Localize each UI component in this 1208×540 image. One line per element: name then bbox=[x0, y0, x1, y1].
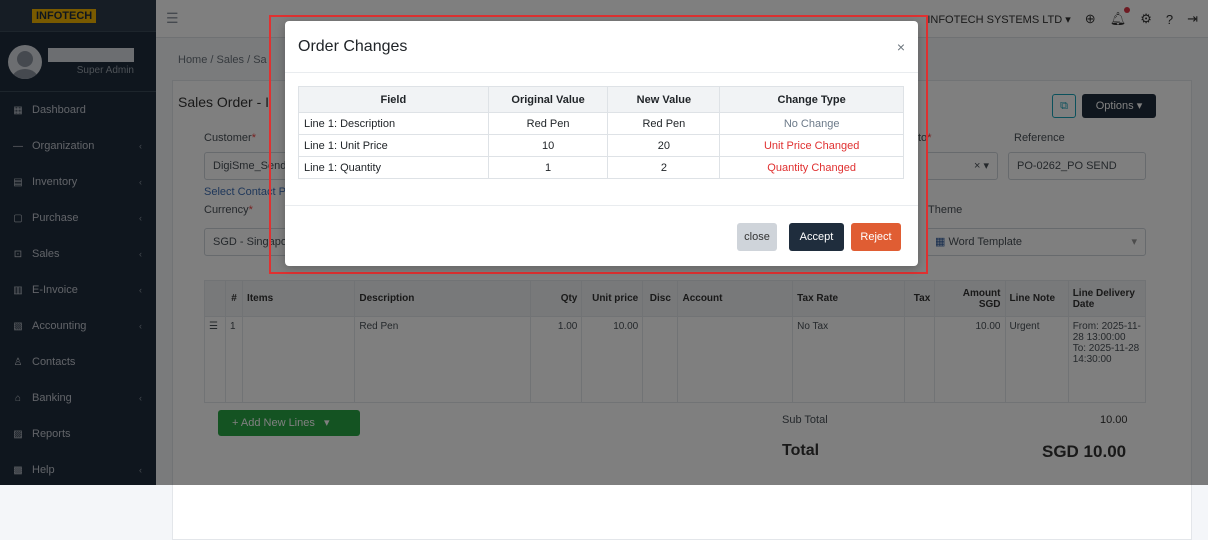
modal-title: Order Changes bbox=[298, 38, 407, 56]
change-new: Red Pen bbox=[608, 113, 720, 135]
col-new-value: New Value bbox=[608, 87, 720, 113]
reject-button[interactable]: Reject bbox=[851, 223, 901, 251]
change-type: No Change bbox=[720, 113, 904, 135]
modal-footer: close Accept Reject bbox=[285, 205, 918, 266]
close-button[interactable]: close bbox=[737, 223, 777, 251]
change-field: Line 1: Unit Price bbox=[299, 135, 489, 157]
col-field: Field bbox=[299, 87, 489, 113]
change-new: 20 bbox=[608, 135, 720, 157]
change-original: 1 bbox=[488, 157, 608, 179]
order-changes-modal: Order Changes × Field Original Value New… bbox=[285, 21, 918, 266]
change-original: 10 bbox=[488, 135, 608, 157]
modal-header: Order Changes × bbox=[285, 21, 918, 73]
change-field: Line 1: Quantity bbox=[299, 157, 489, 179]
table-row: Line 1: Description Red Pen Red Pen No C… bbox=[299, 113, 904, 135]
col-original-value: Original Value bbox=[488, 87, 608, 113]
table-row: Line 1: Quantity 1 2 Quantity Changed bbox=[299, 157, 904, 179]
change-type: Unit Price Changed bbox=[720, 135, 904, 157]
change-original: Red Pen bbox=[488, 113, 608, 135]
order-changes-table: Field Original Value New Value Change Ty… bbox=[298, 86, 904, 179]
close-icon[interactable]: × bbox=[897, 39, 905, 55]
change-field: Line 1: Description bbox=[299, 113, 489, 135]
accept-button[interactable]: Accept bbox=[789, 223, 844, 251]
change-type: Quantity Changed bbox=[720, 157, 904, 179]
table-row: Line 1: Unit Price 10 20 Unit Price Chan… bbox=[299, 135, 904, 157]
col-change-type: Change Type bbox=[720, 87, 904, 113]
change-new: 2 bbox=[608, 157, 720, 179]
